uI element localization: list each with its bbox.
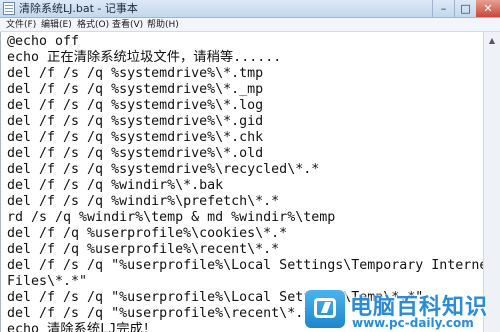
editor-line: del /f /q %userprofile%\cookies\*.* bbox=[7, 226, 288, 241]
notepad-icon[interactable] bbox=[3, 2, 15, 15]
editor-line: del /f /s /q %systemdrive%\*.old bbox=[7, 146, 264, 161]
window-title: 清除系统LJ.bat - 记事本 bbox=[19, 2, 138, 15]
site-logo-icon bbox=[305, 290, 345, 328]
menu-help[interactable]: 帮助(H) bbox=[147, 18, 179, 32]
editor-line: del /f /s /q %windir%\*.bak bbox=[7, 178, 224, 193]
editor-line: del /f /s /q "%userprofile%\recent\*.*" bbox=[7, 306, 320, 321]
editor-line: del /f /s /q %systemdrive%\*.gid bbox=[7, 114, 264, 129]
menu-edit[interactable]: 编辑(E) bbox=[41, 18, 72, 32]
editor-line: @echo off bbox=[7, 34, 80, 49]
editor-line: Files\*.*" bbox=[7, 274, 88, 289]
editor-line: del /f /s /q %windir%\prefetch\*.* bbox=[7, 194, 280, 209]
editor-line: del /f /s /q %systemdrive%\*.tmp bbox=[7, 66, 264, 81]
editor-line: del /f /s /q %systemdrive%\*.log bbox=[7, 98, 264, 113]
menu-format[interactable]: 格式(O) bbox=[77, 18, 109, 32]
editor-line: del /f /s /q %systemdrive%\*.chk bbox=[7, 130, 264, 145]
menu-file[interactable]: 文件(F) bbox=[6, 18, 36, 32]
editor-line: del /f /s /q %systemdrive%\recycled\*.* bbox=[7, 162, 320, 177]
editor-line: del /f /s /q "%userprofile%\Local Settin… bbox=[7, 258, 496, 273]
notepad-window: 清除系统LJ.bat - 记事本 – □ ✕ 文件(F) 编辑(E) 格式(O)… bbox=[0, 0, 500, 332]
editor-line: del /f /q %userprofile%\recent\*.* bbox=[7, 242, 280, 257]
editor-line: rd /s /q %windir%\temp & md %windir%\tem… bbox=[7, 210, 336, 225]
minimize-button[interactable]: – bbox=[432, 0, 454, 17]
watermark-url: www.pc-daily.com bbox=[352, 316, 474, 330]
menu-bar: 文件(F) 编辑(E) 格式(O) 查看(V) 帮助(H) bbox=[0, 18, 500, 32]
scroll-up-arrow-icon[interactable]: ▲ bbox=[484, 32, 500, 48]
site-watermark: 电脑百科知识 www.pc-daily.com bbox=[300, 287, 500, 332]
editor-line: del /f /s /q %systemdrive%\*._mp bbox=[7, 82, 264, 97]
close-button[interactable]: ✕ bbox=[476, 0, 500, 17]
title-bar[interactable]: 清除系统LJ.bat - 记事本 – □ ✕ bbox=[0, 0, 500, 18]
editor-line: echo 正在清除系统垃圾文件，请稍等...... bbox=[7, 50, 282, 65]
editor-line: echo 清除系统LJ完成！ bbox=[7, 322, 157, 332]
maximize-button[interactable]: □ bbox=[454, 0, 476, 17]
menu-view[interactable]: 查看(V) bbox=[112, 18, 143, 32]
